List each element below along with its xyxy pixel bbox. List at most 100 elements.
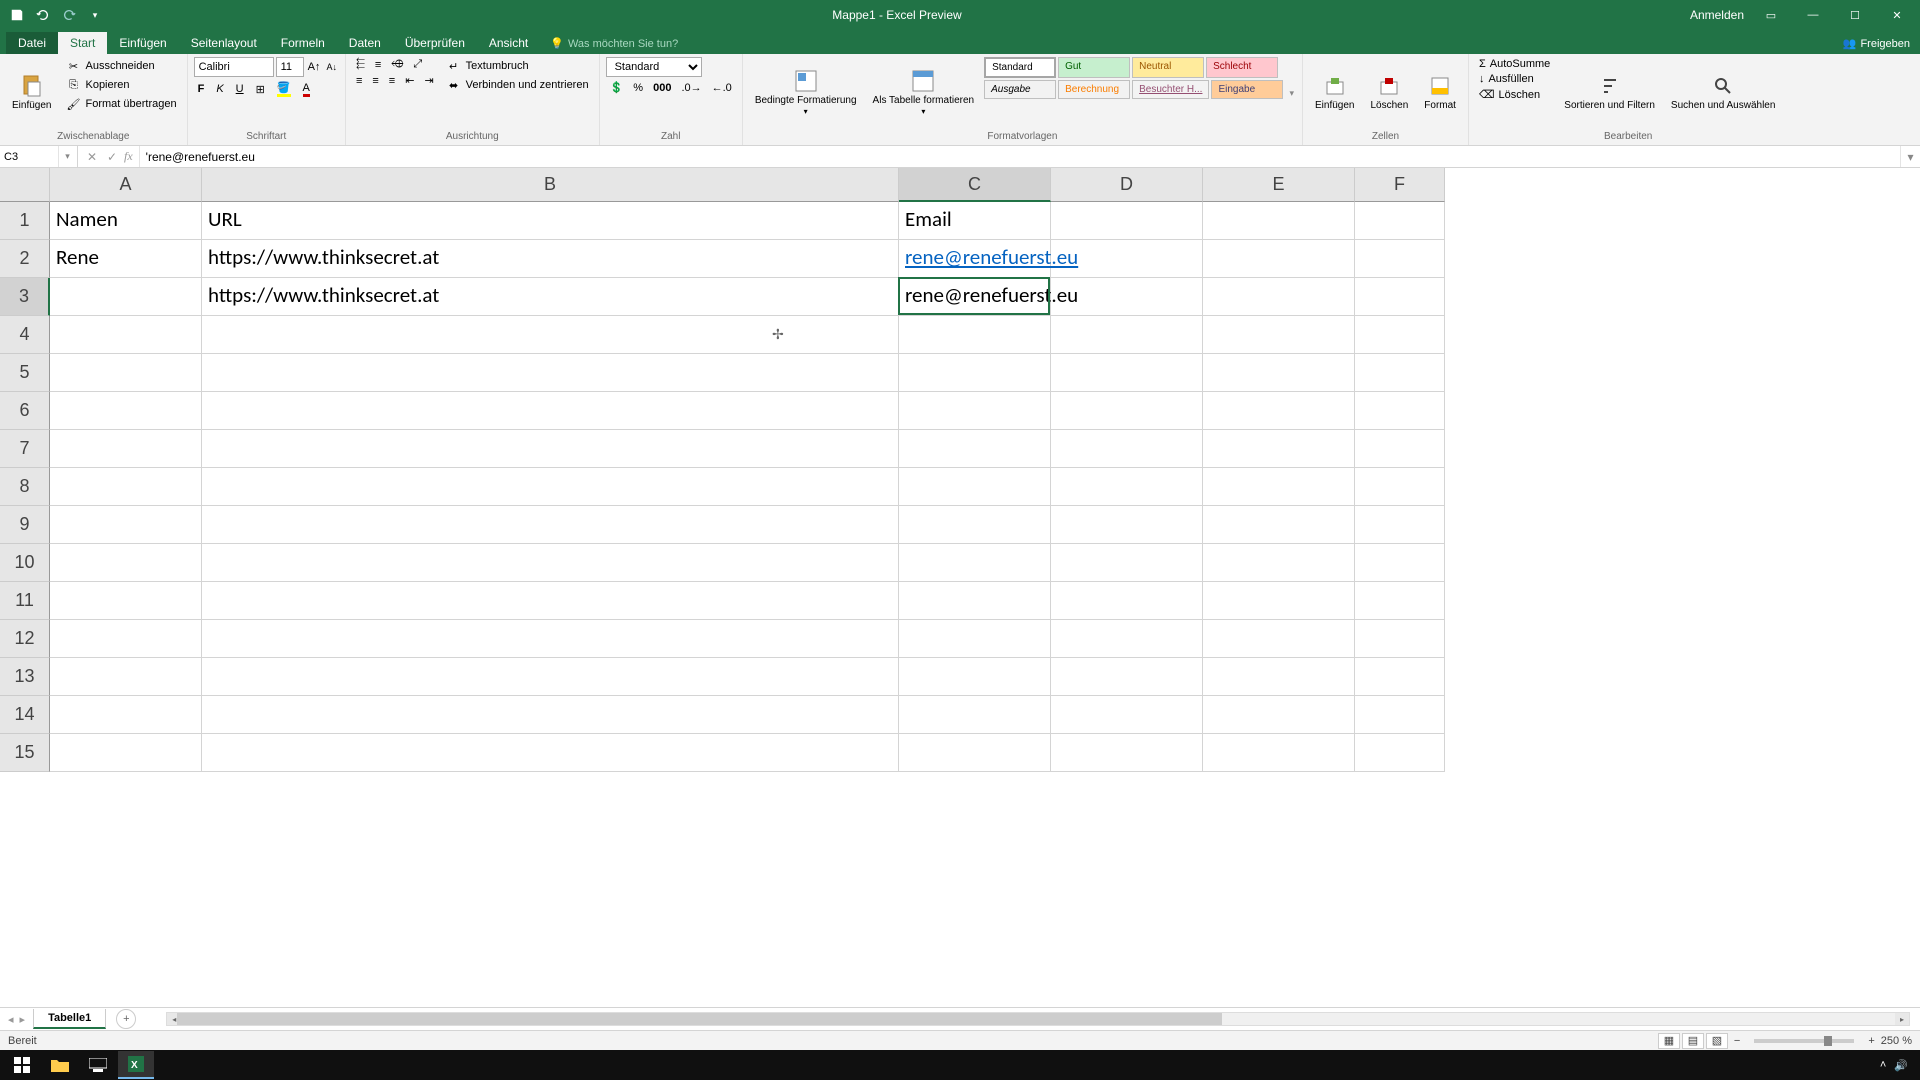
comma-button[interactable]: 000 [649,80,675,95]
cell-B13[interactable] [202,658,899,696]
cell-D13[interactable] [1051,658,1203,696]
cell-D15[interactable] [1051,734,1203,772]
percent-button[interactable]: % [629,80,647,95]
accounting-format-button[interactable]: 💲 [606,80,628,95]
cell-D11[interactable] [1051,582,1203,620]
cell-D1[interactable] [1051,202,1203,240]
cell-C8[interactable] [899,468,1051,506]
undo-icon[interactable] [34,6,52,24]
tray-chevron-icon[interactable]: ˄ [1880,1059,1886,1071]
column-header-F[interactable]: F [1355,168,1445,202]
format-as-table-button[interactable]: Als Tabelle formatieren▾ [867,57,981,129]
cell-C5[interactable] [899,354,1051,392]
cell-A10[interactable] [50,544,202,582]
cell-D9[interactable] [1051,506,1203,544]
autosum-button[interactable]: ΣAutoSumme [1475,57,1554,71]
cell-F12[interactable] [1355,620,1445,658]
ribbon-display-icon[interactable]: ▭ [1756,4,1786,26]
cell-B3[interactable]: https://www.thinksecret.at [202,278,899,316]
cell-E14[interactable] [1203,696,1355,734]
align-left-button[interactable]: ≡ [352,73,366,88]
scroll-right-icon[interactable]: ▸ [1895,1013,1909,1025]
cell-C11[interactable] [899,582,1051,620]
cell-C3[interactable]: rene@renefuerst.eu [899,278,1051,316]
insert-cells-button[interactable]: Einfügen [1309,57,1360,129]
cell-D10[interactable] [1051,544,1203,582]
cell-D2[interactable] [1051,240,1203,278]
cell-B8[interactable] [202,468,899,506]
cell-F1[interactable] [1355,202,1445,240]
conditional-formatting-button[interactable]: Bedingte Formatierung▾ [749,57,863,129]
cell-E2[interactable] [1203,240,1355,278]
cell-F6[interactable] [1355,392,1445,430]
cell-B4[interactable] [202,316,899,354]
row-header-3[interactable]: 3 [0,278,50,316]
row-header-7[interactable]: 7 [0,430,50,468]
start-button[interactable] [4,1051,40,1079]
add-sheet-button[interactable]: + [116,1009,136,1029]
row-header-15[interactable]: 15 [0,734,50,772]
sheet-nav-next-icon[interactable]: ▸ [18,1013,28,1026]
column-header-E[interactable]: E [1203,168,1355,202]
style-eingabe[interactable]: Eingabe [1211,80,1283,99]
name-box-dropdown-icon[interactable]: ▾ [58,146,76,167]
cell-B7[interactable] [202,430,899,468]
cell-E3[interactable] [1203,278,1355,316]
cell-A8[interactable] [50,468,202,506]
row-header-1[interactable]: 1 [0,202,50,240]
cell-D3[interactable] [1051,278,1203,316]
orientation-button[interactable]: ⤢ [409,57,426,72]
cell-E1[interactable] [1203,202,1355,240]
save-icon[interactable] [8,6,26,24]
decrease-decimal-button[interactable]: ←.0 [708,80,736,95]
align-middle-button[interactable]: ≡ [371,57,385,72]
name-box[interactable]: ▾ [0,146,78,167]
close-icon[interactable]: ✕ [1882,4,1912,26]
view-pagebreak-button[interactable]: ▧ [1706,1033,1728,1049]
cell-A5[interactable] [50,354,202,392]
excel-taskbar-button[interactable]: X [118,1051,154,1079]
row-header-9[interactable]: 9 [0,506,50,544]
minimize-icon[interactable]: — [1798,4,1828,26]
copy-button[interactable]: ⎘Kopieren [61,76,180,94]
merge-center-button[interactable]: ⬌Verbinden und zentrieren [442,76,593,94]
cell-A14[interactable] [50,696,202,734]
taskview-button[interactable] [80,1051,116,1079]
tellme-search[interactable]: 💡 Was möchten Sie tun? [540,33,688,54]
row-header-11[interactable]: 11 [0,582,50,620]
row-header-10[interactable]: 10 [0,544,50,582]
align-bottom-button[interactable]: ⬲ [387,57,407,72]
sheet-tab-tabelle1[interactable]: Tabelle1 [33,1009,106,1029]
cell-F3[interactable] [1355,278,1445,316]
decrease-indent-button[interactable]: ⇤ [401,73,418,88]
clear-button[interactable]: ⌫Löschen [1475,87,1554,102]
cell-B10[interactable] [202,544,899,582]
style-berechnung[interactable]: Berechnung [1058,80,1130,99]
horizontal-scrollbar[interactable]: ◂ ▸ [166,1012,1910,1026]
cell-E9[interactable] [1203,506,1355,544]
sort-filter-button[interactable]: Sortieren und Filtern [1558,57,1661,129]
decrease-font-button[interactable]: A↓ [324,57,339,77]
maximize-icon[interactable]: ☐ [1840,4,1870,26]
scrollbar-thumb[interactable] [177,1013,1222,1025]
tab-review[interactable]: Überprüfen [393,32,477,54]
cell-E8[interactable] [1203,468,1355,506]
cut-button[interactable]: ✂Ausschneiden [61,57,180,75]
cell-E4[interactable] [1203,316,1355,354]
cell-B2[interactable]: https://www.thinksecret.at [202,240,899,278]
style-schlecht[interactable]: Schlecht [1206,57,1278,78]
cell-E7[interactable] [1203,430,1355,468]
align-top-button[interactable]: ⬱ [352,57,369,72]
find-select-button[interactable]: Suchen und Auswählen [1665,57,1782,129]
row-header-2[interactable]: 2 [0,240,50,278]
paste-button[interactable]: Einfügen [6,57,57,129]
column-header-A[interactable]: A [50,168,202,202]
cell-C7[interactable] [899,430,1051,468]
cell-F5[interactable] [1355,354,1445,392]
accept-formula-icon[interactable]: ✓ [104,150,120,164]
row-header-6[interactable]: 6 [0,392,50,430]
fill-color-button[interactable]: 🪣 [273,80,295,98]
style-ausgabe[interactable]: Ausgabe [984,80,1056,99]
cell-A13[interactable] [50,658,202,696]
cell-D12[interactable] [1051,620,1203,658]
